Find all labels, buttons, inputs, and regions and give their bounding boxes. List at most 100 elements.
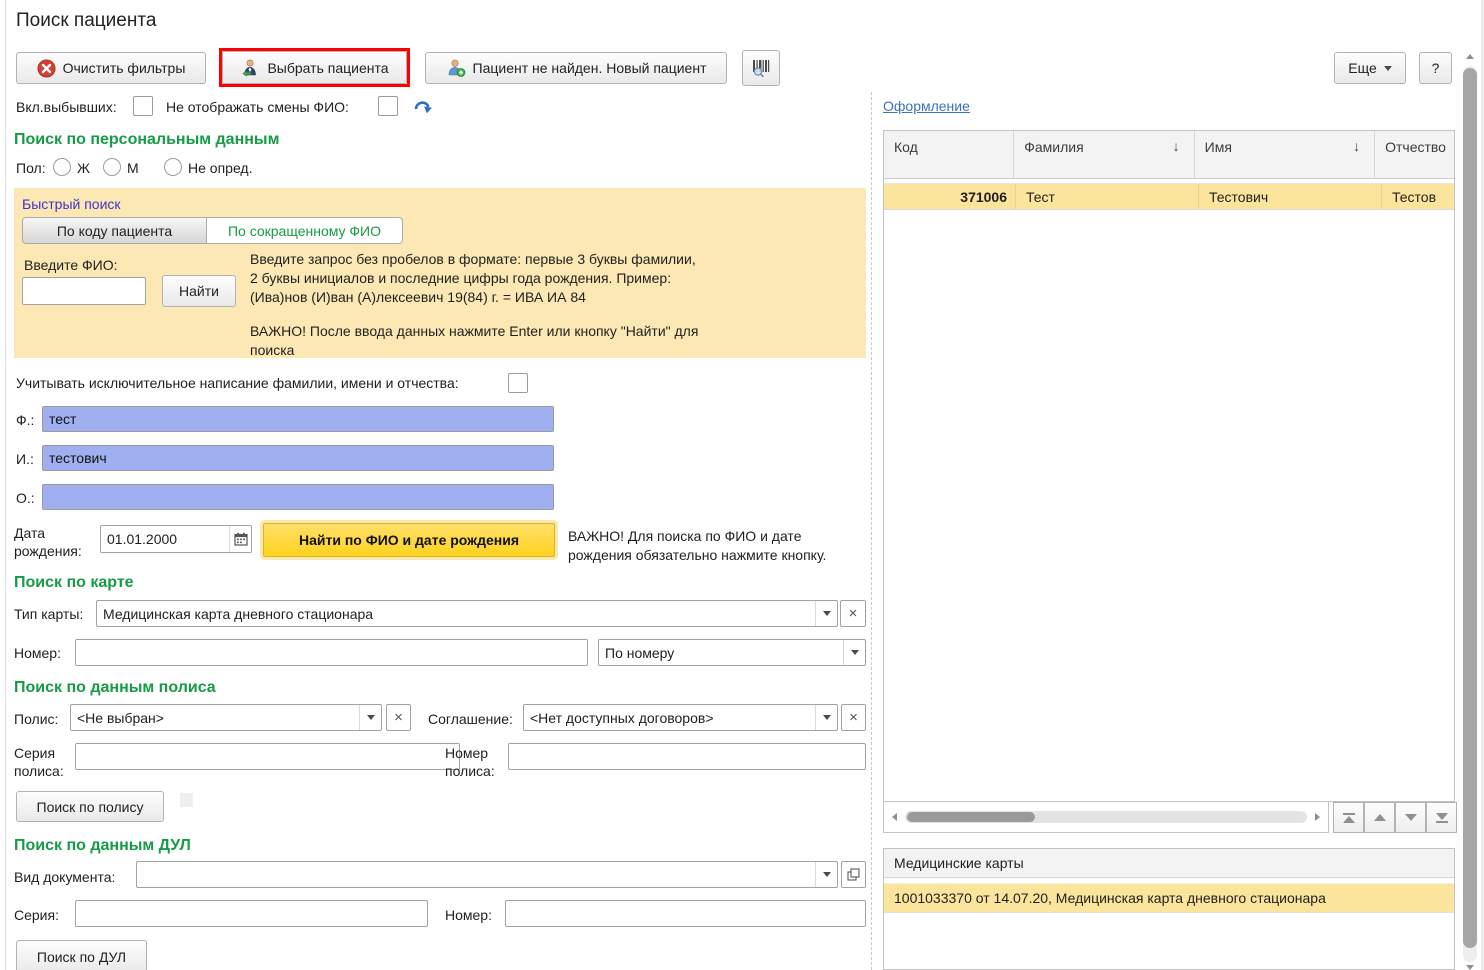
medical-cards-header-label: Медицинские карты bbox=[894, 855, 1024, 871]
select-patient-button[interactable]: Выбрать пациента bbox=[222, 51, 407, 84]
appearance-link[interactable]: Оформление bbox=[883, 98, 970, 114]
card-number-mode-dropdown-icon[interactable] bbox=[843, 640, 865, 665]
help-label: ? bbox=[1432, 60, 1440, 76]
card-type-clear-button[interactable]: × bbox=[840, 600, 866, 627]
quick-search-title: Быстрый поиск bbox=[22, 196, 121, 212]
include-departed-checkbox[interactable] bbox=[133, 96, 153, 116]
lastname-label: Ф.: bbox=[16, 412, 34, 428]
scroll-up-icon[interactable] bbox=[1466, 54, 1474, 59]
card-number-mode-select[interactable]: По номеру bbox=[598, 639, 866, 666]
column-header-middlename[interactable]: Отчество bbox=[1375, 131, 1454, 178]
agreement-select[interactable]: <Нет доступных договоров> bbox=[523, 704, 838, 731]
birthdate-label: Дата рождения: bbox=[14, 524, 82, 560]
card-type-select[interactable]: Медицинская карта дневного стационара bbox=[96, 600, 838, 627]
card-number-label: Номер: bbox=[14, 645, 61, 661]
card-type-value: Медицинская карта дневного стационара bbox=[97, 606, 815, 622]
hscroll-thumb[interactable] bbox=[907, 812, 1035, 822]
go-next-button[interactable] bbox=[1395, 802, 1426, 833]
vscroll-thumb[interactable] bbox=[1463, 68, 1477, 948]
policy-number-input[interactable] bbox=[508, 743, 866, 770]
agreement-dropdown-icon[interactable] bbox=[815, 705, 837, 730]
search-by-policy-button[interactable]: Поиск по полису bbox=[16, 791, 164, 822]
calendar-icon[interactable] bbox=[229, 526, 251, 552]
policy-dropdown-icon[interactable] bbox=[359, 705, 381, 730]
column-header-lastname[interactable]: Фамилия↓ bbox=[1014, 131, 1194, 178]
doc-type-dropdown-icon[interactable] bbox=[815, 862, 837, 887]
barcode-scan-button[interactable] bbox=[742, 50, 780, 86]
tab-by-short-fio-label: По сокращенному ФИО bbox=[228, 223, 381, 239]
card-section-header: Поиск по карте bbox=[14, 574, 134, 592]
dul-series-input[interactable] bbox=[75, 900, 428, 927]
column-header-code[interactable]: Код bbox=[884, 131, 1014, 178]
dul-number-input[interactable] bbox=[505, 900, 866, 927]
doc-type-select[interactable] bbox=[136, 861, 838, 888]
lastname-input[interactable] bbox=[42, 406, 554, 432]
firstname-input[interactable] bbox=[42, 445, 554, 471]
gender-radio-male[interactable] bbox=[103, 158, 121, 176]
go-first-button[interactable] bbox=[1333, 802, 1364, 833]
chevron-down-icon bbox=[1384, 66, 1392, 71]
choose-from-list-icon bbox=[847, 868, 860, 881]
clear-filters-label: Очистить фильтры bbox=[63, 60, 186, 76]
cell-middlename: Тестов bbox=[1382, 184, 1454, 209]
cell-code: 371006 bbox=[884, 184, 1016, 209]
table-hscrollbar[interactable] bbox=[883, 802, 1329, 833]
card-type-label: Тип карты: bbox=[14, 606, 83, 622]
clear-filters-button[interactable]: Очистить фильтры bbox=[16, 52, 206, 84]
clear-filters-icon bbox=[37, 59, 56, 78]
vscroll-track[interactable] bbox=[1463, 66, 1477, 962]
dul-series-label: Серия: bbox=[14, 907, 59, 923]
policy-value: <Не выбран> bbox=[71, 710, 359, 726]
middlename-input[interactable] bbox=[42, 484, 554, 510]
middlename-label: О.: bbox=[16, 490, 35, 506]
doc-type-choose-button[interactable] bbox=[841, 861, 866, 888]
policy-number-label: Номер полиса: bbox=[445, 744, 495, 780]
quick-fio-input[interactable] bbox=[22, 277, 146, 305]
find-button[interactable]: Найти bbox=[162, 275, 236, 307]
go-next-icon bbox=[1405, 814, 1417, 821]
policy-series-label: Серия полиса: bbox=[14, 744, 64, 780]
select-patient-icon bbox=[240, 59, 260, 77]
table-row[interactable]: 371006 Тест Тестович Тестов bbox=[884, 183, 1454, 210]
find-by-fio-dob-button[interactable]: Найти по ФИО и дате рождения bbox=[263, 523, 555, 557]
birthdate-field[interactable]: 01.01.2000 bbox=[100, 525, 252, 553]
hide-fio-changes-checkbox[interactable] bbox=[378, 96, 398, 116]
exact-spelling-label: Учитывать исключительное написание фамил… bbox=[16, 375, 459, 391]
scroll-down-icon[interactable] bbox=[1466, 965, 1474, 970]
gender-radio-female[interactable] bbox=[53, 158, 71, 176]
card-type-dropdown-icon[interactable] bbox=[815, 601, 837, 626]
go-last-button[interactable] bbox=[1426, 802, 1457, 833]
policy-select[interactable]: <Не выбран> bbox=[70, 704, 382, 731]
tab-by-short-fio[interactable]: По сокращенному ФИО bbox=[207, 217, 403, 244]
go-previous-button[interactable] bbox=[1364, 802, 1395, 833]
search-by-policy-label: Поиск по полису bbox=[37, 799, 144, 815]
go-first-icon bbox=[1343, 816, 1355, 823]
medical-card-row-label: 1001033370 от 14.07.20, Медицинская карт… bbox=[894, 890, 1326, 906]
tab-by-patient-code[interactable]: По коду пациента bbox=[22, 217, 207, 244]
refresh-icon[interactable] bbox=[412, 97, 434, 122]
gender-male-label: М bbox=[127, 160, 139, 176]
help-button[interactable]: ? bbox=[1419, 52, 1452, 84]
exact-spelling-checkbox[interactable] bbox=[508, 373, 528, 393]
policy-clear-button[interactable]: × bbox=[386, 704, 411, 731]
pane-splitter[interactable] bbox=[871, 92, 872, 970]
card-number-mode-value: По номеру bbox=[599, 645, 843, 661]
column-header-firstname[interactable]: Имя↓ bbox=[1195, 131, 1375, 178]
agreement-clear-button[interactable]: × bbox=[841, 704, 866, 731]
medical-card-row[interactable]: 1001033370 от 14.07.20, Медицинская карт… bbox=[884, 883, 1454, 913]
window-vscrollbar[interactable] bbox=[1462, 44, 1478, 970]
cell-lastname: Тест bbox=[1016, 184, 1199, 209]
medical-cards-panel: Медицинские карты 1001033370 от 14.07.20… bbox=[883, 848, 1455, 970]
gender-radio-undefined[interactable] bbox=[164, 158, 182, 176]
scroll-left-icon[interactable] bbox=[892, 813, 897, 821]
policy-series-input[interactable] bbox=[75, 743, 460, 770]
new-patient-button[interactable]: Пациент не найден. Новый пациент bbox=[425, 52, 727, 84]
hscroll-track[interactable] bbox=[905, 811, 1307, 823]
search-by-dul-button[interactable]: Поиск по ДУЛ bbox=[16, 940, 147, 970]
scroll-right-icon[interactable] bbox=[1315, 813, 1320, 821]
more-button[interactable]: Еще bbox=[1334, 52, 1406, 84]
gender-undefined-label: Не опред. bbox=[188, 160, 252, 176]
card-number-input[interactable] bbox=[75, 639, 588, 666]
cell-firstname: Тестович bbox=[1199, 184, 1382, 209]
dul-number-label: Номер: bbox=[445, 907, 492, 923]
